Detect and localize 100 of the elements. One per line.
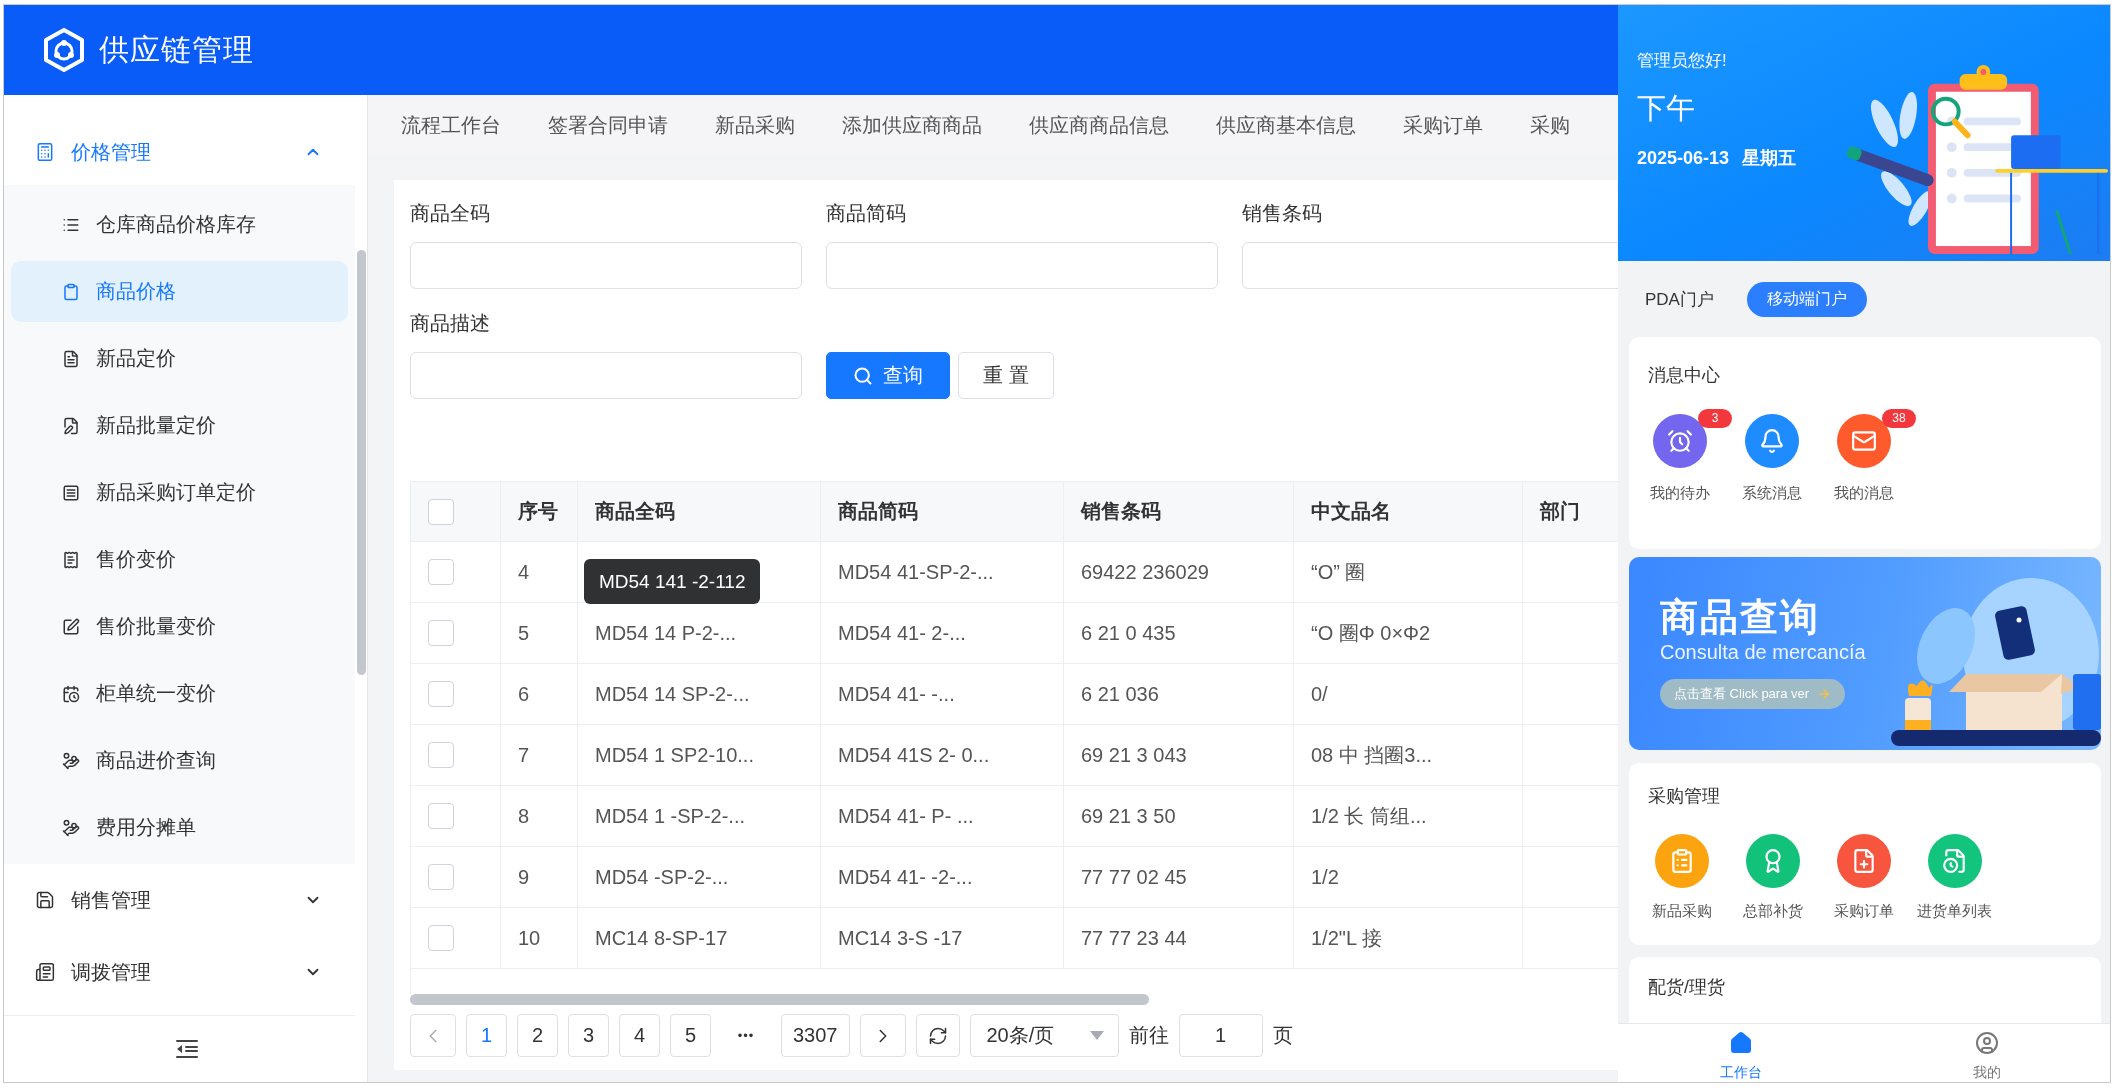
checkbox[interactable] <box>428 559 454 585</box>
page-button[interactable]: 3307 <box>781 1014 850 1057</box>
nav-tab[interactable]: 我的 <box>1864 1024 2110 1082</box>
prev-page-button[interactable] <box>410 1014 456 1057</box>
table-cell: 77 77 02 45 <box>1064 847 1294 908</box>
input-field[interactable] <box>410 352 802 399</box>
table-cell: MD54 41- 2-... <box>821 603 1064 664</box>
field-label: 商品简码 <box>826 201 906 226</box>
table-cell: 5 <box>501 603 578 664</box>
menu-item[interactable]: 商品进价查询 <box>11 730 348 791</box>
nav-tab[interactable]: 流程工作台 <box>401 111 501 139</box>
search-button[interactable]: 查询 <box>826 352 950 399</box>
notification-count: 3 <box>1698 409 1732 428</box>
checkbox[interactable] <box>428 681 454 707</box>
table-cell: 1/2"L 接 <box>1294 908 1523 969</box>
nav-tab[interactable]: 添加供应商商品 <box>842 111 982 139</box>
checkbox[interactable] <box>428 864 454 890</box>
scrollbar-thumb[interactable] <box>357 250 366 675</box>
table-cell: MD54 41-SP-2-... <box>821 542 1064 603</box>
input-field[interactable] <box>1242 242 1618 289</box>
menu-group[interactable]: 价格管理 <box>4 119 355 185</box>
calendar-clock-icon <box>62 684 80 703</box>
reset-button[interactable]: 重 置 <box>958 352 1054 399</box>
table-cell: MD54 1 -SP-2-... <box>578 786 821 847</box>
greeting-text: 管理员您好! <box>1637 50 1727 72</box>
table-cell: 08 中 挡圈3... <box>1294 725 1523 786</box>
file-plus-icon[interactable] <box>1836 834 1891 888</box>
table-cell: MD54 41- -... <box>821 664 1064 725</box>
field-label: 销售条码 <box>1242 201 1322 226</box>
menu-item[interactable]: 仓库商品价格库存 <box>11 194 348 255</box>
input-field[interactable] <box>410 242 802 289</box>
outdent-icon[interactable] <box>175 1040 198 1058</box>
table-cell: MD54 -SP-2-... <box>578 847 821 908</box>
checkbox[interactable] <box>428 925 454 951</box>
file-pen-icon <box>62 416 80 435</box>
field-label: 商品全码 <box>410 201 490 226</box>
table-cell: 77 77 23 44 <box>1064 908 1294 969</box>
nav-tab[interactable]: 采购 <box>1530 111 1570 139</box>
scrollbar-thumb[interactable] <box>410 994 1149 1005</box>
card-title: 采购管理 <box>1648 785 1720 808</box>
menu-item[interactable]: 柜单统一变价 <box>11 663 348 724</box>
page-button[interactable]: 4 <box>619 1014 660 1057</box>
mail-icon[interactable] <box>1837 414 1891 468</box>
refresh-icon <box>927 1025 948 1046</box>
page-button[interactable]: 3 <box>568 1014 609 1057</box>
menu-item[interactable]: 新品采购订单定价 <box>11 462 348 523</box>
page-size-select[interactable]: 20条/页 <box>969 1014 1119 1057</box>
shortcut-label: 我的消息 <box>1834 483 1894 503</box>
checkbox[interactable] <box>428 742 454 768</box>
shortcut-label: 进货单列表 <box>1917 901 1992 921</box>
table-cell: 69 21 3 043 <box>1064 725 1294 786</box>
checkbox[interactable] <box>428 620 454 646</box>
portal-tab[interactable]: PDA门户 <box>1645 281 1714 317</box>
promo-title: 商品查询 <box>1660 596 1820 638</box>
page-button[interactable]: 5 <box>670 1014 711 1057</box>
table-cell: 8 <box>501 786 578 847</box>
bell-icon[interactable] <box>1745 414 1799 468</box>
nav-tab[interactable]: 签署合同申请 <box>548 111 668 139</box>
calculator-icon <box>35 142 55 162</box>
nav-tab[interactable]: 供应商商品信息 <box>1029 111 1169 139</box>
menu-item[interactable]: 费用分摊单 <box>11 797 348 858</box>
next-page-button[interactable] <box>859 1014 906 1057</box>
page-button[interactable]: 1 <box>466 1014 507 1057</box>
input-field[interactable] <box>826 242 1218 289</box>
file-clock-icon[interactable] <box>1927 834 1982 888</box>
menu-item[interactable]: 售价变价 <box>11 529 348 590</box>
nav-tab[interactable]: 采购订单 <box>1403 111 1483 139</box>
table-cell: MD54 1 SP2-10... <box>578 725 821 786</box>
nav-tab[interactable]: 供应商基本信息 <box>1216 111 1356 139</box>
clipboard-list-icon[interactable] <box>1654 834 1709 888</box>
table-cell: MD54 41- -2-... <box>821 847 1064 908</box>
nav-tab[interactable]: 工作台 <box>1618 1024 1864 1082</box>
menu-item[interactable]: 售价批量变价 <box>11 596 348 657</box>
menu-item[interactable]: 商品价格 <box>11 261 348 322</box>
page-button[interactable]: 2 <box>517 1014 558 1057</box>
more-pages-button[interactable]: ••• <box>721 1028 771 1043</box>
menu-group[interactable]: 销售管理 <box>4 864 355 936</box>
alarm-clock-icon[interactable] <box>1653 414 1707 468</box>
table-cell: MC14 3-S -17 <box>821 908 1064 969</box>
caret-down-icon <box>1089 1031 1104 1040</box>
newspaper-icon <box>35 962 55 982</box>
menu-item[interactable]: 新品定价 <box>11 328 348 389</box>
search-icon <box>853 365 873 386</box>
card-title: 配货/理货 <box>1648 976 1725 999</box>
menu-group[interactable]: 调拨管理 <box>4 936 355 1008</box>
portal-tab[interactable]: 移动端门户 <box>1746 281 1867 317</box>
table-cell: 10 <box>501 908 578 969</box>
date-text: 2025-06-13 星期五 <box>1637 147 1797 170</box>
page-suffix: 页 <box>1272 1023 1293 1048</box>
award-icon[interactable] <box>1745 834 1800 888</box>
edit-icon <box>62 617 80 636</box>
refresh-button[interactable] <box>915 1014 960 1057</box>
checkbox[interactable] <box>428 498 454 525</box>
table-cell: 6 <box>501 664 578 725</box>
nav-tab[interactable]: 新品采购 <box>715 111 795 139</box>
checkbox[interactable] <box>428 803 454 829</box>
page-number-field[interactable]: 1 <box>1178 1014 1263 1057</box>
table-cell: MD54 14 P-2-... <box>578 603 821 664</box>
menu-item[interactable]: 新品批量定价 <box>11 395 348 456</box>
table-cell: 1/2 <box>1294 847 1523 908</box>
